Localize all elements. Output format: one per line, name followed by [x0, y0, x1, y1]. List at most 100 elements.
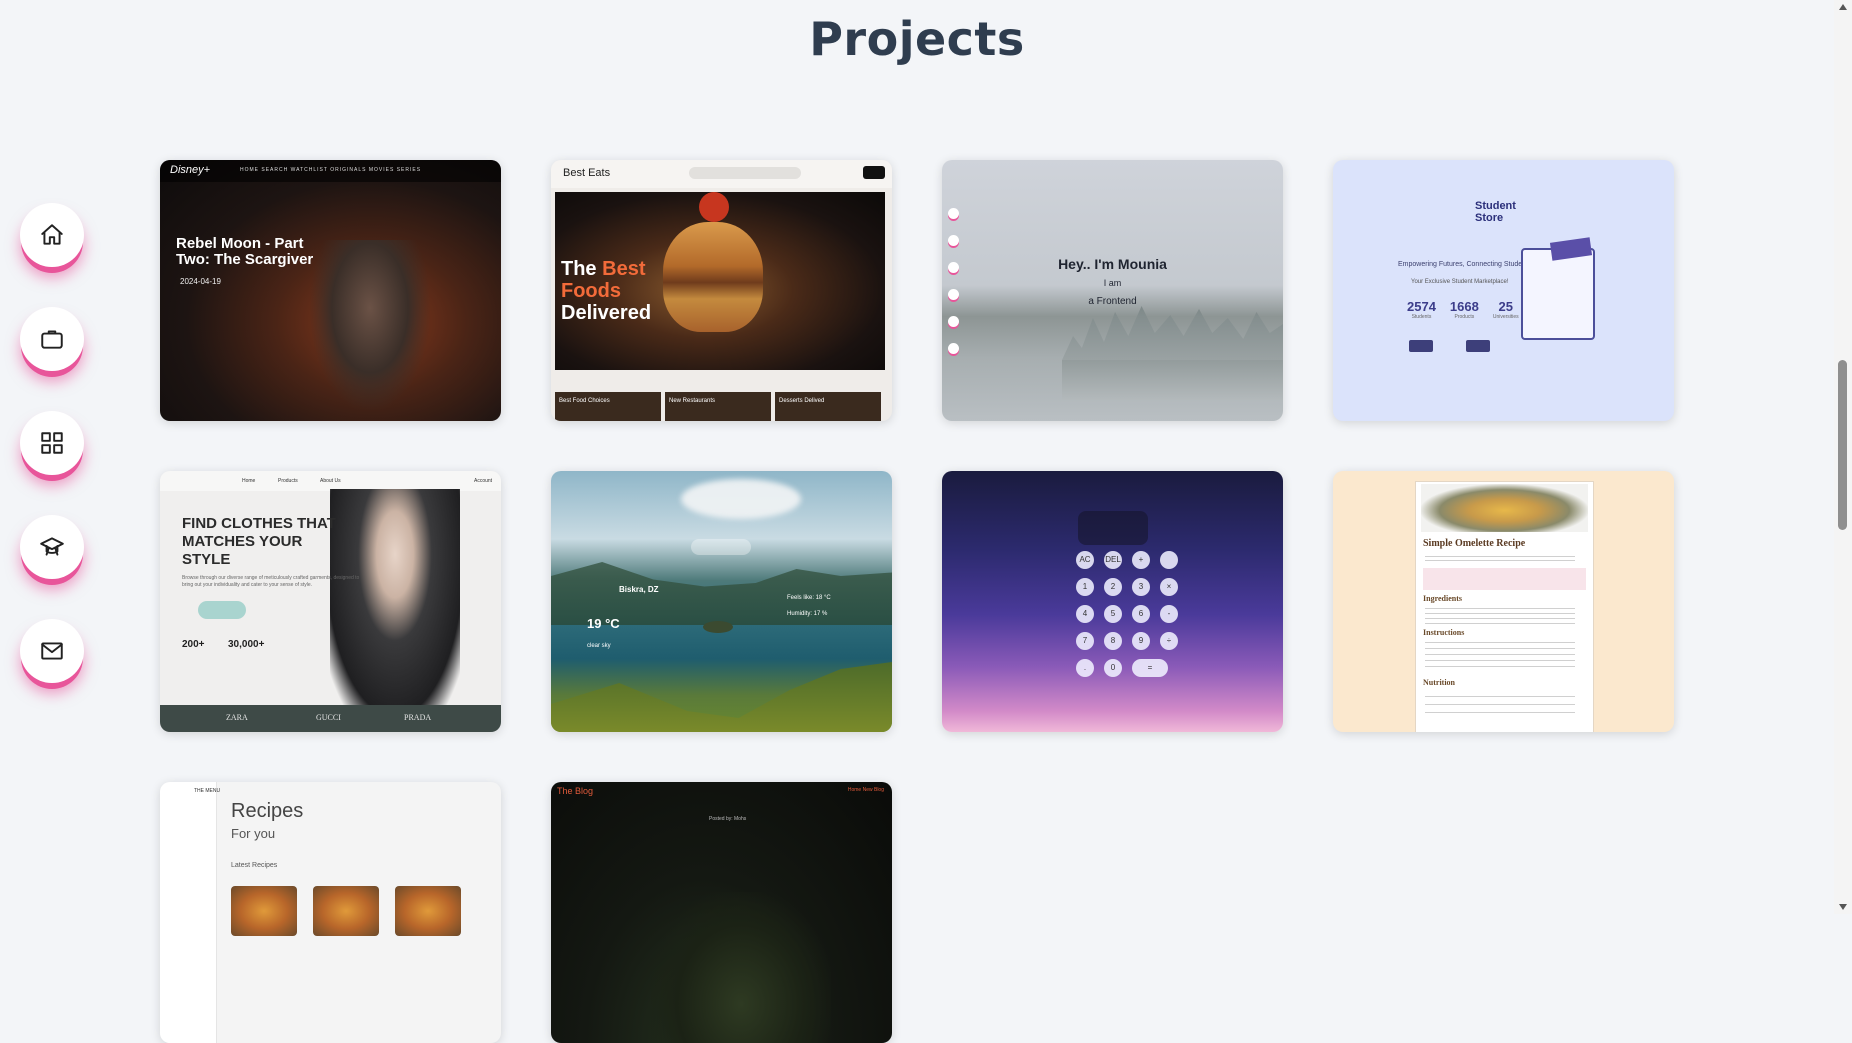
- project-card-recipes[interactable]: THE MENU Recipes For you Latest Recipes: [160, 782, 501, 1043]
- project-card-calculator[interactable]: AC DEL + 1 2 3 × 4 5 6 - 7 8 9 ÷ . 0 =: [942, 471, 1283, 732]
- shop-nav-products: Products: [278, 478, 298, 484]
- best-eats-tiles: Best Food Choices New Restaurants Desser…: [555, 392, 881, 421]
- prep-box: [1423, 568, 1586, 590]
- foliage-shape: [651, 892, 831, 1043]
- text-line: [1425, 613, 1575, 614]
- project-card-omelette-recipe[interactable]: Simple Omelette Recipe Ingredients Instr…: [1333, 471, 1674, 732]
- shop-subtext: Browse through our diverse range of meti…: [182, 575, 360, 588]
- nav-contact-button[interactable]: [20, 619, 84, 683]
- disney-menu: HOME SEARCH WATCHLIST ORIGINALS MOVIES S…: [240, 167, 422, 173]
- nav-experience-button[interactable]: [20, 307, 84, 371]
- calc-key: ×: [1160, 578, 1178, 596]
- text-line: [1425, 608, 1575, 609]
- nav-home-button[interactable]: [20, 203, 84, 267]
- project-card-blog[interactable]: The Blog Home New Blog Posted by: Mohs: [551, 782, 892, 1043]
- calculator-keys: AC DEL + 1 2 3 × 4 5 6 - 7 8 9 ÷ . 0 =: [1076, 551, 1179, 677]
- portfolio-iam: I am: [1103, 278, 1122, 288]
- stat: 25 Universities: [1492, 299, 1519, 320]
- blog-name: The Blog: [557, 786, 594, 796]
- brand-zara: ZARA: [226, 713, 248, 722]
- scroll-up-icon[interactable]: [1839, 4, 1847, 10]
- disney-movie-date: 2024-04-19: [180, 277, 221, 286]
- project-card-student-store[interactable]: Student Store Empowering Futures, Connec…: [1333, 160, 1674, 421]
- island-shape: [703, 621, 733, 633]
- recipes-subtitle: For you: [231, 826, 276, 841]
- recipe-document: Simple Omelette Recipe Ingredients Instr…: [1415, 481, 1594, 732]
- hills-shape: [551, 562, 892, 625]
- stat: 1668 Products: [1449, 299, 1479, 320]
- student-store-stats: 2574 Students 1668 Products 25 Universities: [1407, 299, 1519, 320]
- scroll-thumb[interactable]: [1838, 360, 1847, 530]
- calc-key: 5: [1104, 605, 1122, 623]
- text-line: [1425, 666, 1575, 667]
- tile: Desserts Delived: [775, 392, 881, 421]
- weather-sky: clear sky: [587, 643, 611, 649]
- weather-temp: 19 °C: [587, 616, 620, 631]
- text-line: [1425, 704, 1575, 705]
- instructions-heading: Instructions: [1423, 628, 1465, 637]
- shop-stat-customers: 30,000+: [228, 639, 265, 650]
- calc-key: 8: [1104, 632, 1122, 650]
- best-eats-headline: The Best Foods Delivered: [561, 258, 652, 324]
- lake-reflection: [1062, 360, 1283, 400]
- weather-search: [691, 539, 751, 555]
- omelette-photo: [1421, 484, 1588, 532]
- project-card-best-eats[interactable]: Best Eats The Best Foods Delivered Best F…: [551, 160, 892, 421]
- nav-projects-button[interactable]: [20, 411, 84, 475]
- tile: New Restaurants: [665, 392, 771, 421]
- models-photo: [330, 489, 460, 707]
- calc-key: ÷: [1160, 632, 1178, 650]
- text-line: [1425, 618, 1575, 619]
- nav-dot: [948, 208, 959, 219]
- calc-key: =: [1132, 659, 1168, 677]
- student-store-subtitle: Your Exclusive Student Marketplace!: [1411, 279, 1509, 285]
- ingredients-heading: Ingredients: [1423, 594, 1462, 603]
- nav-dot: [948, 235, 959, 246]
- page-scrollbar[interactable]: [1834, 0, 1852, 914]
- blog-nav: Home New Blog: [847, 787, 884, 793]
- project-card-portfolio[interactable]: Hey.. I'm Mounia I am a Frontend: [942, 160, 1283, 421]
- best-eats-search: [689, 167, 801, 179]
- recipes-menu-label: THE MENU: [194, 788, 221, 794]
- disney-hero-figure: [310, 240, 430, 410]
- nav-dot: [948, 343, 959, 354]
- recipes-title: Recipes: [231, 800, 304, 822]
- shop-nav-about: About Us: [320, 478, 341, 484]
- latest-recipes-label: Latest Recipes: [231, 862, 278, 869]
- explore-button-shape: [1409, 340, 1433, 352]
- tomato-shape: [699, 192, 729, 222]
- project-card-clothing-shop[interactable]: Home Products About Us Account FIND CLOT…: [160, 471, 501, 732]
- text-line: [1425, 560, 1575, 561]
- tile: Best Food Choices: [555, 392, 661, 421]
- brand-prada: PRADA: [404, 713, 432, 722]
- dish-photo: [231, 886, 297, 936]
- calculator-screen: [1078, 511, 1148, 545]
- shop-now-button-shape: [198, 601, 246, 619]
- best-eats-cart: [863, 166, 885, 179]
- projects-grid: Disney+ HOME SEARCH WATCHLIST ORIGINALS …: [160, 160, 1674, 1043]
- calc-key: AC: [1076, 551, 1094, 569]
- project-card-disney-clone[interactable]: Disney+ HOME SEARCH WATCHLIST ORIGINALS …: [160, 160, 501, 421]
- shop-nav-account: Account: [474, 478, 493, 484]
- text-line: [1425, 556, 1575, 557]
- side-nav: [20, 203, 84, 683]
- shop-nav: Home Products About Us Account: [160, 471, 501, 491]
- calc-key: 0: [1104, 659, 1122, 677]
- calc-key: .: [1076, 659, 1094, 677]
- recipe-title: Simple Omelette Recipe: [1423, 538, 1526, 549]
- scroll-down-icon[interactable]: [1839, 904, 1847, 910]
- text-line: [1425, 654, 1575, 655]
- page-title: Projects: [809, 12, 1025, 66]
- text-line: [1425, 642, 1575, 643]
- forest-shape: [551, 662, 892, 732]
- project-card-weather-app[interactable]: Biskra, DZ 19 °C clear sky Feels like: 1…: [551, 471, 892, 732]
- best-eats-brand: Best Eats: [563, 167, 611, 179]
- shop-brand-strip: ZARA GUCCI PRADA: [160, 705, 501, 732]
- calc-key: 9: [1132, 632, 1150, 650]
- dish-photo: [313, 886, 379, 936]
- portfolio-role: a Frontend: [1088, 296, 1137, 307]
- nav-education-button[interactable]: [20, 515, 84, 579]
- student-store-tagline: Empowering Futures, Connecting Students: [1398, 261, 1532, 268]
- calc-key: +: [1132, 551, 1150, 569]
- mail-icon: [41, 642, 63, 660]
